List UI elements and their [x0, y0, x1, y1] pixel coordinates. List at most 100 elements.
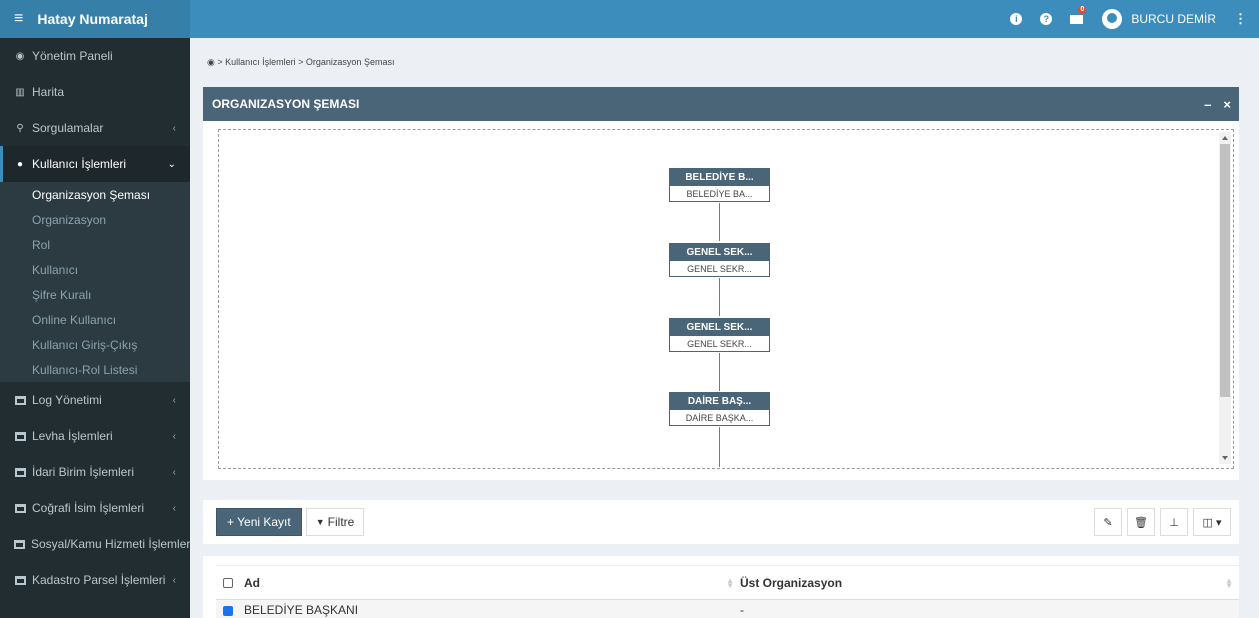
window-icon — [14, 503, 26, 513]
map-icon: ▥ — [15, 86, 25, 98]
column-header-ad[interactable]: Ad ▲ ▼ — [244, 565, 740, 600]
org-node[interactable]: DAİRE BAŞ... DAİRE BAŞKA... — [669, 392, 770, 426]
app-title: Hatay Numarataj — [37, 11, 148, 27]
org-node-title: DAİRE BAŞ... — [670, 393, 769, 410]
breadcrumb: ◉ > Kullanıcı İşlemleri > Organizasyon Ş… — [207, 57, 394, 68]
org-node[interactable]: GENEL SEK... GENEL SEKR... — [669, 318, 770, 352]
cell-ad: BELEDİYE BAŞKANI — [244, 599, 740, 618]
chevron-left-icon: ‹ — [172, 122, 176, 134]
hamburger-icon[interactable]: ≡ — [14, 10, 23, 28]
connector-line — [719, 203, 720, 241]
main-content: ◉ > Kullanıcı İşlemleri > Organizasyon Ş… — [190, 38, 1259, 618]
trash-icon[interactable]: 🗑 — [1127, 508, 1155, 536]
sidebar-item-label: Kadastro Parsel İşlemleri — [32, 573, 166, 587]
pencil-icon[interactable]: ✎ — [1094, 508, 1122, 536]
sidebar: ◉ Yönetim Paneli ▥ Harita ⚲ Sorgulamalar… — [0, 38, 190, 618]
row-checkbox[interactable] — [223, 605, 233, 616]
sidebar-item-kadastro-parsel[interactable]: Kadastro Parsel İşlemleri ‹ — [0, 562, 190, 598]
org-node-title: GENEL SEK... — [670, 244, 769, 261]
sidebar-item-label: Harita — [32, 85, 65, 99]
window-icon — [14, 539, 25, 549]
submenu-item-organizasyon-semasi[interactable]: Organizasyon Şeması — [0, 182, 190, 207]
new-record-button[interactable]: + Yeni Kayıt — [216, 508, 302, 536]
connector-line — [719, 353, 720, 391]
sidebar-item-label: Levha İşlemleri — [32, 429, 113, 443]
submenu-item-kullanici-rol[interactable]: Kullanıcı-Rol Listesi — [0, 357, 190, 382]
select-all-checkbox[interactable] — [223, 578, 233, 589]
top-navbar: ≡ Hatay Numarataj i ? 0 BURCU DEMİR ⋮ — [0, 0, 1259, 38]
info-icon[interactable]: i — [1004, 0, 1028, 38]
chevron-down-icon: ⌄ — [167, 158, 176, 170]
submenu-item-giris-cikis[interactable]: Kullanıcı Giriş-Çıkış — [0, 332, 190, 357]
sidebar-item-label: Kullanıcı İşlemleri — [32, 157, 127, 171]
sidebar-item-sosyal-kamu[interactable]: Sosyal/Kamu Hizmeti İşlemleri — [0, 526, 190, 562]
vertical-scrollbar[interactable] — [1219, 132, 1231, 464]
data-table: Ad ▲ ▼ Üst Organizasyon ▲ ▼ BELEDİYE BAŞKA… — [216, 565, 1239, 618]
chevron-left-icon: ‹ — [172, 430, 176, 442]
org-chart-panel: ORGANIZASYON ŞEMASI – × BELEDİYE B... BE… — [203, 87, 1239, 480]
sidebar-item-yonetim-paneli[interactable]: ◉ Yönetim Paneli — [0, 38, 190, 74]
user-menu[interactable]: BURCU DEMİR — [1102, 9, 1216, 29]
sort-icon: ▲ ▼ — [726, 576, 734, 590]
sidebar-item-label: İdari Birim İşlemleri — [32, 465, 135, 479]
sidebar-item-label: Log Yönetimi — [32, 393, 102, 407]
action-toolbar: + Yeni Kayıt ▼ Filtre ✎ 🗑 ⊥ ◫ ▾ — [203, 500, 1239, 544]
chevron-left-icon: ‹ — [172, 574, 176, 586]
window-icon — [14, 575, 26, 585]
sidebar-item-idari-birim[interactable]: İdari Birim İşlemleri ‹ — [0, 454, 190, 490]
scroll-down-icon[interactable] — [1222, 456, 1228, 460]
org-chart-canvas[interactable]: BELEDİYE B... BELEDİYE BA... GENEL SEK..… — [218, 129, 1234, 469]
filter-icon: ▼ — [315, 517, 325, 527]
sort-icon: ▲ ▼ — [1225, 576, 1233, 590]
chevron-left-icon: ‹ — [172, 394, 176, 406]
sidebar-item-levha-islemleri[interactable]: Levha İşlemleri ‹ — [0, 418, 190, 454]
column-header-label: Üst Organizasyon — [740, 575, 843, 590]
org-node[interactable]: BELEDİYE B... BELEDİYE BA... — [669, 168, 770, 202]
panel-header: ORGANIZASYON ŞEMASI – × — [203, 87, 1239, 121]
sidebar-item-label: Sosyal/Kamu Hizmeti İşlemleri — [31, 537, 190, 551]
table-header-row: Ad ▲ ▼ Üst Organizasyon ▲ ▼ — [216, 565, 1239, 600]
columns-icon[interactable]: ◫ ▾ — [1193, 508, 1231, 536]
close-button[interactable]: × — [1223, 97, 1231, 112]
column-header-label: Ad — [244, 575, 260, 590]
submenu-item-organizasyon[interactable]: Organizasyon — [0, 207, 190, 232]
chevron-left-icon: ‹ — [172, 502, 176, 514]
dashboard-icon: ◉ — [15, 50, 25, 62]
sidebar-item-sorgulamalar[interactable]: ⚲ Sorgulamalar ‹ — [0, 110, 190, 146]
org-node[interactable]: GENEL SEK... GENEL SEKR... — [669, 243, 770, 277]
window-icon — [14, 395, 26, 405]
column-header-ust-organizasyon[interactable]: Üst Organizasyon ▲ ▼ — [740, 565, 1239, 600]
sidebar-item-log-yonetimi[interactable]: Log Yönetimi ‹ — [0, 382, 190, 418]
brand[interactable]: ≡ Hatay Numarataj — [0, 0, 190, 38]
dashboard-icon[interactable]: ◉ — [207, 57, 215, 67]
users-icon: ● — [16, 158, 24, 170]
sidebar-item-label: Coğrafi İsim İşlemleri — [32, 501, 145, 515]
submenu-item-online-kullanici[interactable]: Online Kullanıcı — [0, 307, 190, 332]
submenu-item-sifre-kurali[interactable]: Şifre Kuralı — [0, 282, 190, 307]
submenu-item-rol[interactable]: Rol — [0, 232, 190, 257]
avatar — [1102, 9, 1123, 29]
org-node-subtitle: GENEL SEKR... — [687, 338, 752, 349]
filter-label: Filtre — [327, 515, 355, 529]
org-node-subtitle: DAİRE BAŞKA... — [685, 412, 754, 423]
scroll-up-icon[interactable] — [1222, 136, 1228, 140]
breadcrumb-text: > Kullanıcı İşlemleri > Organizasyon Şem… — [217, 57, 395, 67]
question-icon[interactable]: ? — [1034, 0, 1058, 38]
submenu-item-kullanici[interactable]: Kullanıcı — [0, 257, 190, 282]
filter-button[interactable]: ▼ Filtre — [305, 508, 365, 536]
sidebar-item-harita[interactable]: ▥ Harita — [0, 74, 190, 110]
user-name: BURCU DEMİR — [1131, 12, 1216, 26]
minimize-button[interactable]: – — [1204, 97, 1211, 112]
sidebar-item-cografi-isim[interactable]: Coğrafi İsim İşlemleri ‹ — [0, 490, 190, 526]
sitemap-icon[interactable]: ⊥ — [1160, 508, 1188, 536]
mail-badge: 0 — [1078, 6, 1087, 14]
sidebar-item-label: Yönetim Paneli — [32, 49, 113, 63]
search-icon: ⚲ — [16, 122, 24, 134]
envelope-icon[interactable]: 0 — [1064, 0, 1088, 38]
org-node-subtitle: BELEDİYE BA... — [686, 188, 753, 199]
scroll-thumb[interactable] — [1220, 144, 1230, 397]
sidebar-item-kullanici-islemleri[interactable]: ● Kullanıcı İşlemleri ⌄ — [0, 146, 190, 182]
table-row[interactable]: BELEDİYE BAŞKANI - — [216, 599, 1239, 618]
sidebar-item-label: Sorgulamalar — [32, 121, 104, 135]
vertical-ellipsis-icon[interactable]: ⋮ — [1234, 11, 1247, 27]
